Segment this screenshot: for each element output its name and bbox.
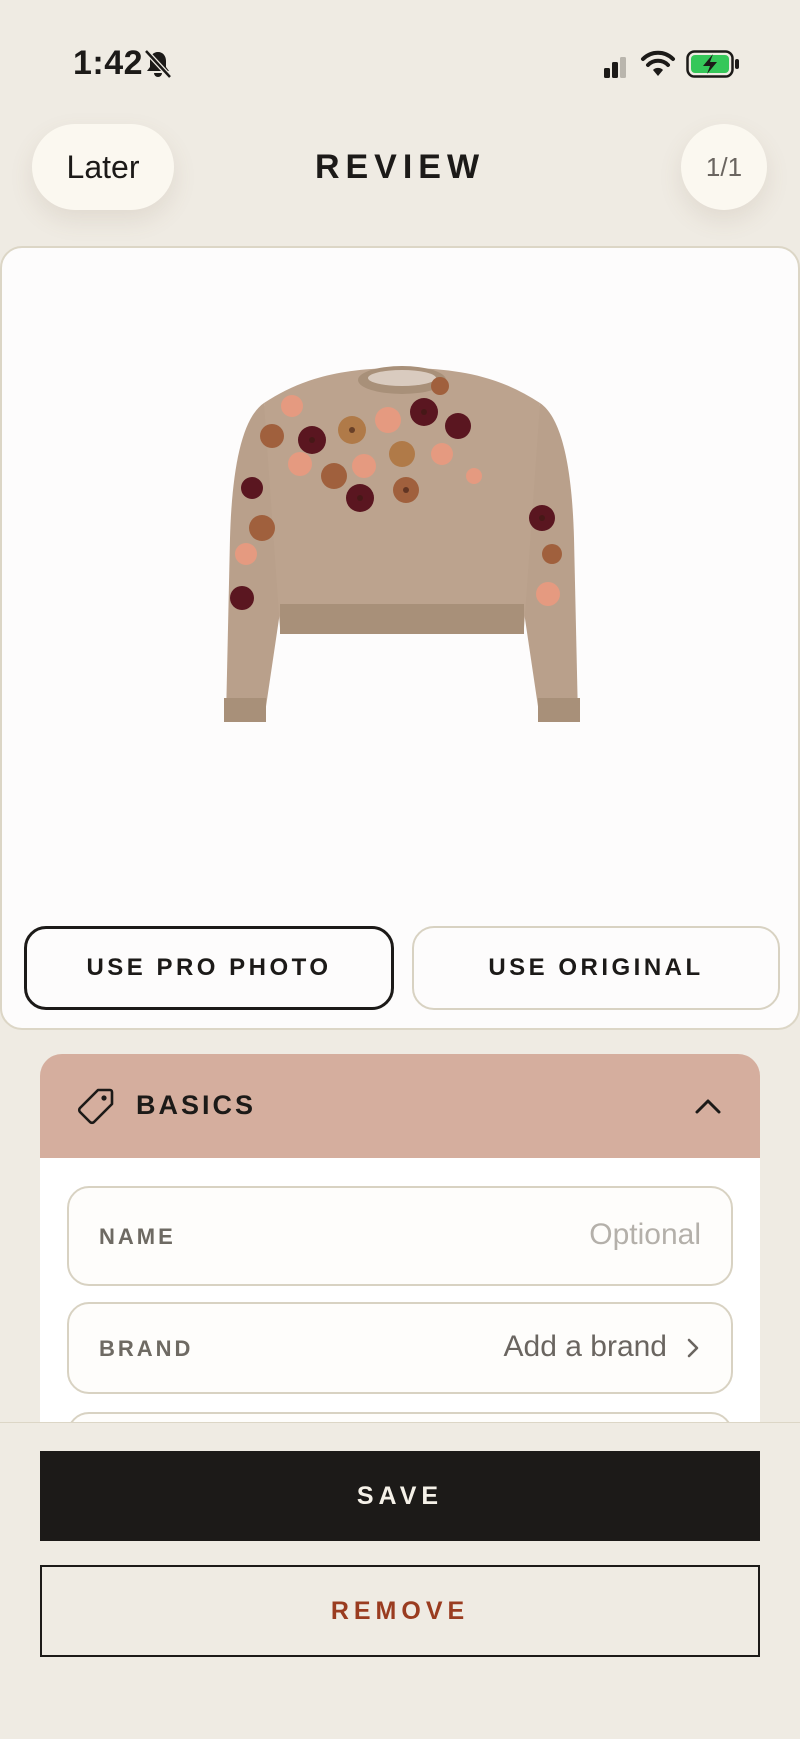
remove-button[interactable]: REMOVE bbox=[40, 1565, 760, 1657]
basics-title: BASICS bbox=[136, 1090, 257, 1120]
use-original-button[interactable]: USE ORIGINAL bbox=[412, 926, 780, 1010]
product-image-sweater bbox=[224, 366, 580, 722]
status-bar: 1:42 bbox=[0, 0, 800, 120]
basics-section: BASICS NAME Optional BRAND Add a brand bbox=[40, 1054, 760, 1512]
photo-card: USE PRO PHOTO USE ORIGINAL bbox=[0, 246, 800, 1030]
page-title: REVIEW bbox=[314, 148, 486, 186]
chevron-right-icon bbox=[687, 1338, 699, 1358]
wifi-icon bbox=[641, 50, 675, 76]
top-header: Later REVIEW 1/1 bbox=[0, 120, 800, 240]
save-button[interactable]: SAVE bbox=[40, 1451, 760, 1541]
battery-charging-icon bbox=[686, 50, 739, 78]
status-time: 1:42 bbox=[73, 44, 144, 82]
bottom-action-bar: SAVE REMOVE bbox=[0, 1422, 800, 1739]
signal-icon bbox=[604, 57, 626, 78]
basics-header[interactable]: BASICS bbox=[40, 1054, 760, 1158]
brand-field-value: Add a brand bbox=[503, 1330, 667, 1363]
use-pro-photo-button[interactable]: USE PRO PHOTO bbox=[24, 926, 394, 1010]
item-counter: 1/1 bbox=[681, 124, 767, 210]
brand-field-label: BRAND bbox=[99, 1336, 194, 1361]
brand-field[interactable]: BRAND Add a brand bbox=[67, 1302, 733, 1394]
name-field-label: NAME bbox=[99, 1224, 176, 1249]
photo-choice-group: USE PRO PHOTO USE ORIGINAL bbox=[24, 926, 780, 1010]
chevron-up-icon[interactable] bbox=[692, 1092, 724, 1120]
bell-slash-icon bbox=[144, 49, 172, 79]
tag-icon bbox=[77, 1088, 114, 1125]
name-field[interactable]: NAME Optional bbox=[67, 1186, 733, 1286]
review-screen: 1:42 Later REVIEW 1/1 USE PRO PHOTO USE … bbox=[0, 0, 800, 1739]
name-field-placeholder: Optional bbox=[589, 1218, 701, 1251]
